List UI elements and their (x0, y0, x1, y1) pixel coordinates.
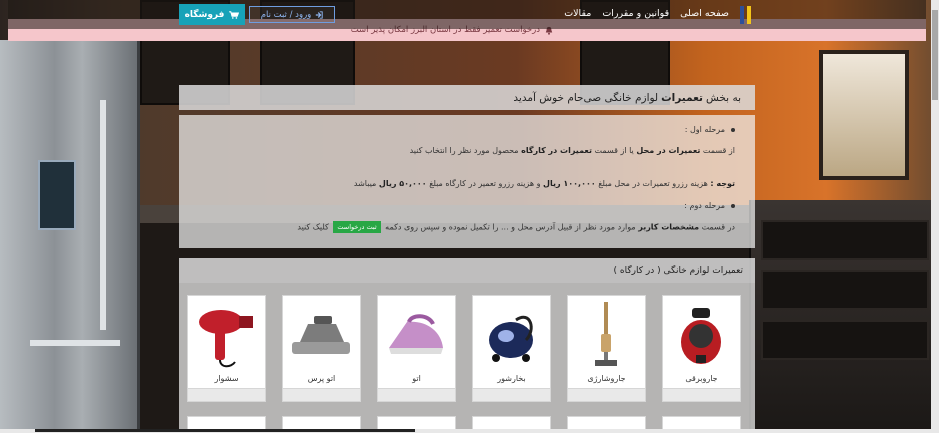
press-iron-icon (292, 316, 350, 354)
welcome-bold: تعمیرات (661, 91, 704, 104)
product-name: سشوار (214, 374, 239, 383)
submit-request-badge: ثبت درخواست (333, 221, 381, 233)
step1-text: از قسمت تعمیرات در محل یا از قسمت تعمیرا… (409, 146, 735, 155)
cordless-vacuum-icon (595, 302, 617, 366)
steam-iron-icon (389, 314, 443, 354)
nav-articles-link[interactable]: مقالات (564, 8, 591, 19)
step2-text: در قسمت مشخصات کاربر موارد مورد نظر از ق… (297, 221, 735, 233)
product-grid: جاروبرقی جاروشارژی بخارشور اتو اتو پرس س… (187, 295, 741, 402)
nav-home-link[interactable]: صفحه اصلی (680, 8, 729, 19)
nav-links: صفحه اصلی قوانین و مقررات مقالات (564, 8, 729, 19)
product-card-steam-cleaner[interactable]: بخارشور (472, 295, 551, 402)
vacuum-cleaner-icon (681, 308, 721, 364)
product-card-press-iron[interactable]: اتو پرس (282, 295, 361, 402)
welcome-heading: به بخش تعمیرات لوازم خانگی صی‌حام خوش آم… (179, 85, 755, 110)
vertical-scrollbar[interactable] (931, 0, 939, 433)
product-card-cordless[interactable]: جاروشارژی (567, 295, 646, 402)
top-navbar: صفحه اصلی قوانین و مقررات مقالات ورود / … (8, 0, 926, 29)
step1-title: مرحله اول : (685, 125, 735, 134)
price-note: توجه : هزینه رزرو تعمیرات در محل مبلغ ۱۰… (353, 179, 735, 188)
product-name: بخارشور (497, 374, 526, 383)
repairs-card: جاروبرقی جاروشارژی بخارشور اتو اتو پرس س… (179, 283, 755, 433)
welcome-prefix: به بخش (706, 91, 741, 104)
login-register-button[interactable]: ورود / ثبت نام (249, 6, 335, 23)
login-label: ورود / ثبت نام (260, 9, 312, 20)
horizontal-scrollbar[interactable] (0, 429, 939, 433)
steam-cleaner-icon (489, 316, 533, 362)
product-name: جاروشارژی (587, 374, 626, 383)
nav-rules-link[interactable]: قوانین و مقررات (602, 8, 669, 19)
welcome-card: مرحله اول : از قسمت تعمیرات در محل یا از… (179, 115, 755, 248)
product-name: جاروبرقی (685, 374, 718, 383)
product-card-iron[interactable]: اتو (377, 295, 456, 402)
product-name: اتو (412, 374, 421, 383)
site-logo[interactable] (739, 6, 751, 24)
login-icon (316, 10, 323, 19)
shop-label: فروشگاه (184, 9, 225, 20)
repairs-title: تعمیرات لوازم خانگی ( در کارگاه ) (613, 265, 743, 276)
welcome-suffix: لوازم خانگی صی‌حام خوش آمدید (513, 91, 659, 104)
product-name: اتو پرس (307, 374, 336, 383)
product-card-vacuum[interactable]: جاروبرقی (662, 295, 741, 402)
cart-icon (229, 10, 240, 19)
hair-dryer-icon (199, 310, 253, 368)
repairs-heading: تعمیرات لوازم خانگی ( در کارگاه ) (179, 258, 755, 283)
step2-title: مرحله دوم : (684, 201, 735, 210)
product-card-hair-dryer[interactable]: سشوار (187, 295, 266, 402)
shop-button[interactable]: فروشگاه (179, 4, 245, 25)
